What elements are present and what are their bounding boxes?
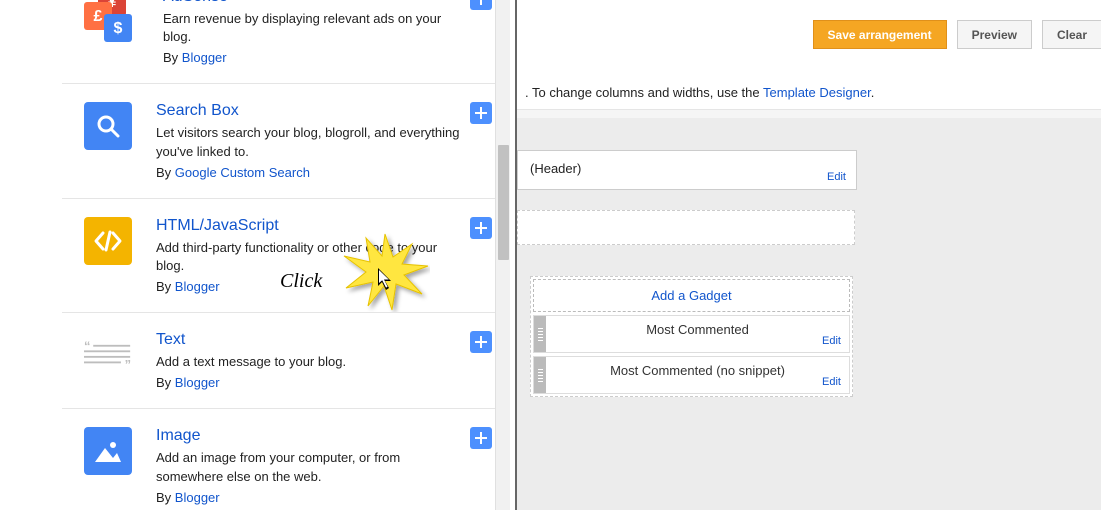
gadget-adsense: ¥ £ $ AdSense Earn revenue by displaying… bbox=[62, 0, 510, 83]
gadget-description: Let visitors search your blog, blogroll,… bbox=[156, 124, 460, 160]
gadget-byline: By Blogger bbox=[156, 375, 460, 390]
gadget-title[interactable]: HTML/JavaScript bbox=[156, 217, 460, 235]
template-designer-link[interactable]: Template Designer bbox=[763, 85, 871, 100]
svg-text:$: $ bbox=[114, 20, 123, 37]
gadget-title[interactable]: Text bbox=[156, 331, 460, 349]
gadget-byline: By Google Custom Search bbox=[156, 165, 460, 180]
add-gadget-button[interactable] bbox=[470, 331, 492, 353]
hint-text: . To change columns and widths, use the … bbox=[525, 85, 874, 100]
widget-name: Most Commented (no snippet) bbox=[546, 357, 849, 393]
gadget-byline: By Blogger bbox=[156, 490, 460, 505]
header-block[interactable]: (Header) Edit bbox=[517, 150, 857, 190]
gadget-body: Search Box Let visitors search your blog… bbox=[156, 102, 490, 179]
svg-text:£: £ bbox=[94, 8, 103, 25]
text-quote-icon: “ ” bbox=[84, 331, 132, 379]
add-gadget-button[interactable] bbox=[470, 102, 492, 124]
clear-button[interactable]: Clear bbox=[1042, 20, 1101, 49]
layout-editor: Save arrangement Preview Clear . To chan… bbox=[517, 0, 1101, 510]
gadget-description: Earn revenue by displaying relevant ads … bbox=[163, 10, 460, 46]
gadget-list: ¥ £ $ AdSense Earn revenue by displaying… bbox=[0, 0, 510, 510]
drag-handle-icon[interactable] bbox=[534, 316, 546, 352]
gadget-body: Text Add a text message to your blog. By… bbox=[156, 331, 490, 390]
gadget-column: Add a Gadget Most Commented Edit Most Co… bbox=[530, 276, 853, 397]
empty-region[interactable] bbox=[517, 210, 855, 245]
image-icon bbox=[84, 427, 132, 475]
gadget-text: “ ” Text Add a text message to your blog… bbox=[62, 312, 510, 408]
edit-link[interactable]: Edit bbox=[822, 376, 841, 388]
preview-button[interactable]: Preview bbox=[957, 20, 1032, 49]
gadget-searchbox: Search Box Let visitors search your blog… bbox=[62, 83, 510, 197]
gadget-author[interactable]: Blogger bbox=[175, 490, 220, 505]
gadget-byline: By Blogger bbox=[156, 279, 460, 294]
widget-row[interactable]: Most Commented (no snippet) Edit bbox=[533, 356, 850, 394]
add-gadget-button[interactable] bbox=[470, 217, 492, 239]
scrollbar-thumb[interactable] bbox=[498, 145, 509, 260]
gadget-body: HTML/JavaScript Add third-party function… bbox=[156, 217, 490, 294]
widget-name: Most Commented bbox=[546, 316, 849, 352]
gadget-image: Image Add an image from your computer, o… bbox=[62, 408, 510, 510]
widget-row[interactable]: Most Commented Edit bbox=[533, 315, 850, 353]
add-gadget-button[interactable] bbox=[470, 0, 492, 10]
action-buttons: Save arrangement Preview Clear bbox=[813, 20, 1101, 49]
gadget-title[interactable]: Search Box bbox=[156, 102, 460, 120]
gadget-body: AdSense Earn revenue by displaying relev… bbox=[163, 0, 490, 65]
top-bar: Save arrangement Preview Clear . To chan… bbox=[517, 0, 1101, 110]
gadget-author[interactable]: Blogger bbox=[175, 279, 220, 294]
gadget-author[interactable]: Google Custom Search bbox=[175, 165, 310, 180]
gadget-description: Add third-party functionality or other c… bbox=[156, 239, 460, 275]
code-icon bbox=[84, 217, 132, 265]
gadget-picker: ¥ £ $ AdSense Earn revenue by displaying… bbox=[0, 0, 510, 510]
gadget-title[interactable]: Image bbox=[156, 427, 460, 445]
layout-canvas: (Header) Edit Add a Gadget Most Commente… bbox=[517, 118, 1101, 510]
gadget-author[interactable]: Blogger bbox=[175, 375, 220, 390]
gadget-author[interactable]: Blogger bbox=[182, 50, 227, 65]
gadget-description: Add a text message to your blog. bbox=[156, 353, 460, 371]
edit-link[interactable]: Edit bbox=[827, 171, 846, 183]
svg-text:”: ” bbox=[125, 357, 131, 370]
save-arrangement-button[interactable]: Save arrangement bbox=[813, 20, 947, 49]
add-gadget-button[interactable] bbox=[470, 427, 492, 449]
header-label: (Header) bbox=[530, 161, 581, 176]
gadget-description: Add an image from your computer, or from… bbox=[156, 449, 460, 485]
gadget-byline: By Blogger bbox=[163, 50, 460, 65]
gadget-htmljs: HTML/JavaScript Add third-party function… bbox=[62, 198, 510, 312]
gadget-body: Image Add an image from your computer, o… bbox=[156, 427, 490, 504]
edit-link[interactable]: Edit bbox=[822, 335, 841, 347]
drag-handle-icon[interactable] bbox=[534, 357, 546, 393]
search-icon bbox=[84, 102, 132, 150]
add-a-gadget-button[interactable]: Add a Gadget bbox=[533, 279, 850, 312]
adsense-icon: ¥ £ $ bbox=[84, 0, 139, 43]
scrollbar-track[interactable] bbox=[495, 0, 510, 510]
gadget-title[interactable]: AdSense bbox=[163, 0, 460, 6]
